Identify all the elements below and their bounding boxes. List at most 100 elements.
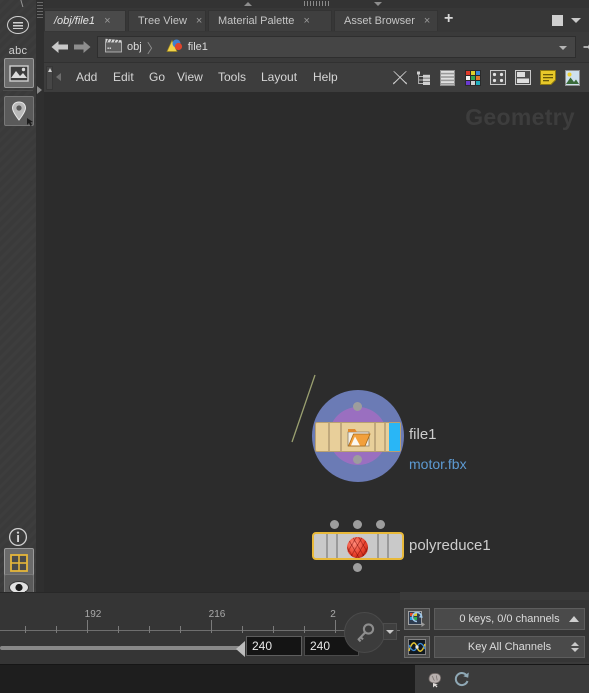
- tab-obj-file1[interactable]: /obj/file1 ×: [44, 10, 126, 31]
- timeline-tick-label: 2: [330, 609, 336, 620]
- menu-go[interactable]: Go: [149, 70, 165, 84]
- image-plane-icon[interactable]: [4, 58, 34, 88]
- grid-select-icon[interactable]: [488, 68, 507, 87]
- tab-material-palette[interactable]: Material Palette ×: [208, 10, 332, 31]
- tab-asset-browser[interactable]: Asset Browser ×: [334, 10, 438, 31]
- svg-text:▪▪: ▪▪: [107, 46, 111, 52]
- node-input-connector[interactable]: [353, 402, 362, 411]
- breadcrumb-item-obj[interactable]: ▪▪ obj: [102, 37, 145, 57]
- node-input-connector-0[interactable]: [330, 520, 339, 529]
- menu-grip[interactable]: [46, 66, 53, 90]
- node-input-connector-2[interactable]: [376, 520, 385, 529]
- node-output-connector[interactable]: [353, 563, 362, 572]
- node-input-connector-1[interactable]: [353, 520, 362, 529]
- tab-label: Asset Browser: [344, 15, 415, 27]
- slash-icon: \: [20, 0, 23, 10]
- key-mode-dropdown[interactable]: Key All Channels: [434, 636, 585, 658]
- channel-status-display[interactable]: 0 keys, 0/0 channels: [434, 608, 585, 630]
- timeline-tick-label: 192: [85, 609, 102, 620]
- breadcrumb-label: file1: [188, 41, 208, 53]
- network-menu-bar: Add Edit Go View Tools Layout Help: [44, 62, 589, 94]
- folder-icon: [347, 427, 371, 448]
- menu-tools[interactable]: Tools: [218, 70, 246, 84]
- path-input[interactable]: ▪▪ obj 〉 file1: [97, 36, 576, 58]
- node-label: polyreduce1: [409, 537, 491, 554]
- menu-scroll-left-icon[interactable]: [56, 73, 61, 81]
- node-label: file1: [409, 426, 437, 443]
- rail-grip[interactable]: [37, 2, 43, 18]
- polyreduce-sphere-icon: [347, 537, 368, 558]
- timeline-ruler[interactable]: 192 216 2: [0, 609, 400, 631]
- tree-list-icon[interactable]: [414, 68, 433, 87]
- tab-label: /obj/file1: [54, 15, 95, 27]
- current-frame-input[interactable]: 240: [246, 636, 302, 656]
- rail-divider[interactable]: [36, 0, 44, 600]
- playbar-right-panel: 0 keys, 0/0 channels Key All Channels: [400, 600, 589, 662]
- set-key-button[interactable]: [344, 612, 385, 653]
- node-display-flag[interactable]: [389, 423, 400, 451]
- timeline-tick-label: 216: [209, 609, 226, 620]
- key-mode-label: Key All Channels: [468, 641, 551, 653]
- timeline-playhead-handle[interactable]: [236, 641, 245, 657]
- timeline-scrollbar[interactable]: [0, 641, 248, 657]
- network-editor-canvas[interactable]: Geometry: [44, 92, 589, 592]
- layers-icon[interactable]: [438, 68, 457, 87]
- add-tab-button[interactable]: +: [444, 11, 453, 27]
- houdini-window: \ abc: [0, 0, 589, 692]
- left-tool-rail: \ abc: [0, 0, 36, 600]
- pane-split-down-icon[interactable]: [374, 2, 382, 6]
- tab-label: Tree View: [138, 15, 187, 27]
- node-sublabel: motor.fbx: [409, 456, 467, 472]
- maximize-pane-button[interactable]: [552, 15, 563, 26]
- pane-top-strip: [44, 0, 589, 8]
- key-icon: [354, 622, 376, 644]
- clapperboard-icon: ▪▪: [105, 38, 122, 56]
- rounded-list-icon[interactable]: [5, 12, 31, 38]
- node-output-connector[interactable]: [353, 455, 362, 464]
- geometry-object-icon: [165, 38, 183, 56]
- tab-label: Material Palette: [218, 15, 294, 27]
- key-mode-spinner[interactable]: [568, 639, 581, 655]
- tab-close-icon[interactable]: ×: [196, 16, 202, 27]
- network-path-bar: ▪▪ obj 〉 file1: [44, 32, 589, 62]
- menu-help[interactable]: Help: [313, 70, 338, 84]
- color-palette-icon[interactable]: [463, 68, 482, 87]
- breadcrumb-item-file1[interactable]: file1: [162, 37, 211, 57]
- tab-close-icon[interactable]: ×: [104, 16, 110, 27]
- pane-drag-handle[interactable]: [304, 1, 330, 6]
- pane-menu-chevron-down-icon[interactable]: [571, 18, 581, 23]
- tab-close-icon[interactable]: ×: [424, 16, 430, 27]
- rail-expand-arrow-icon[interactable]: [37, 86, 42, 94]
- image-icon[interactable]: [563, 68, 582, 87]
- tab-tree-view[interactable]: Tree View ×: [128, 10, 206, 31]
- channel-status-label: 0 keys, 0/0 channels: [459, 613, 559, 625]
- channel-list-icon[interactable]: [404, 608, 430, 630]
- menu-view[interactable]: View: [177, 70, 203, 84]
- brain-icon[interactable]: [425, 670, 445, 688]
- layout-panes-icon[interactable]: [513, 68, 532, 87]
- path-chevron-down-icon[interactable]: [559, 46, 567, 50]
- menu-edit[interactable]: Edit: [113, 70, 134, 84]
- notes-icon[interactable]: [538, 68, 557, 87]
- pin-icon[interactable]: [582, 37, 589, 57]
- breadcrumb-separator: 〉: [147, 38, 160, 57]
- channel-status-up-arrow-icon[interactable]: [569, 616, 579, 622]
- node-body[interactable]: [312, 532, 404, 560]
- marker-pin-icon[interactable]: [4, 96, 34, 126]
- animation-curve-icon[interactable]: [404, 636, 430, 658]
- node-connection-wire: [44, 92, 589, 592]
- tools-crossed-icon[interactable]: [390, 68, 409, 87]
- pane-tab-bar: /obj/file1 × Tree View × Material Palett…: [44, 8, 589, 33]
- menu-add[interactable]: Add: [76, 70, 97, 84]
- pane-split-up-icon[interactable]: [244, 2, 252, 6]
- tab-close-icon[interactable]: ×: [303, 16, 309, 27]
- back-arrow-icon[interactable]: [50, 39, 68, 55]
- key-options-chevron-down-icon[interactable]: [383, 623, 397, 640]
- info-icon[interactable]: [5, 524, 31, 550]
- node-body[interactable]: [315, 422, 401, 452]
- menu-layout[interactable]: Layout: [261, 70, 297, 84]
- timeline-panel[interactable]: 192 216 2 240 240: [0, 592, 400, 665]
- refresh-icon[interactable]: [452, 670, 472, 688]
- network-context-watermark: Geometry: [465, 104, 575, 131]
- forward-arrow-icon[interactable]: [72, 39, 90, 55]
